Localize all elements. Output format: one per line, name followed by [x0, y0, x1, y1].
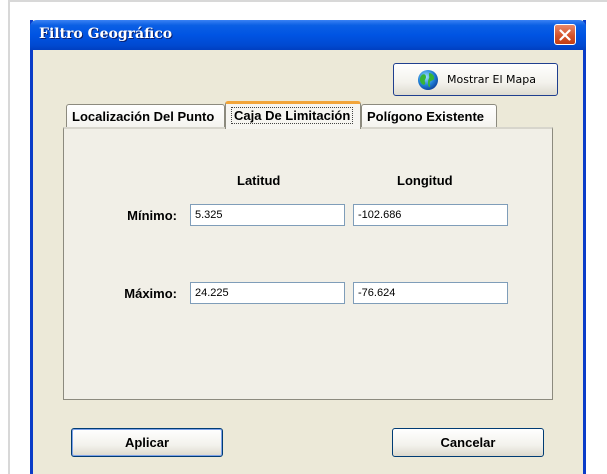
tab-label: Caja De Limitación	[231, 107, 354, 124]
tab-existing-polygon[interactable]: Polígono Existente	[361, 104, 497, 128]
minimum-label: Mínimo:	[127, 208, 177, 223]
max-longitude-field[interactable]: -76.624	[353, 282, 508, 304]
cancel-button[interactable]: Cancelar	[392, 428, 544, 457]
tab-label: Polígono Existente	[367, 109, 485, 124]
background-frame-edge	[8, 0, 10, 474]
show-map-button[interactable]: Mostrar El Mapa	[393, 63, 558, 96]
latitude-header: Latitud	[237, 173, 281, 188]
min-latitude-field[interactable]: 5.325	[190, 204, 345, 226]
tab-point-location[interactable]: Localización Del Punto	[66, 104, 225, 128]
apply-label: Aplicar	[124, 435, 170, 450]
cancel-label: Cancelar	[440, 435, 496, 450]
tab-bounding-box[interactable]: Caja De Limitación	[225, 101, 361, 129]
show-map-label: Mostrar El Mapa	[447, 73, 537, 86]
longitude-header: Longitud	[397, 173, 453, 188]
background-frame	[10, 0, 607, 9]
bounding-box-panel	[63, 127, 553, 400]
dialog-window: Filtro Geográfico Mostrar El Mapa Locali…	[30, 20, 586, 474]
close-button[interactable]	[554, 24, 576, 45]
title-bar[interactable]: Filtro Geográfico	[30, 20, 586, 50]
window-title: Filtro Geográfico	[39, 26, 173, 42]
maximum-label: Máximo:	[124, 286, 177, 301]
min-longitude-field[interactable]: -102.686	[353, 204, 508, 226]
max-latitude-field[interactable]: 24.225	[190, 282, 345, 304]
tab-label: Localización Del Punto	[72, 109, 215, 124]
apply-button[interactable]: Aplicar	[71, 428, 223, 457]
close-icon	[559, 28, 571, 41]
globe-icon	[418, 70, 438, 90]
